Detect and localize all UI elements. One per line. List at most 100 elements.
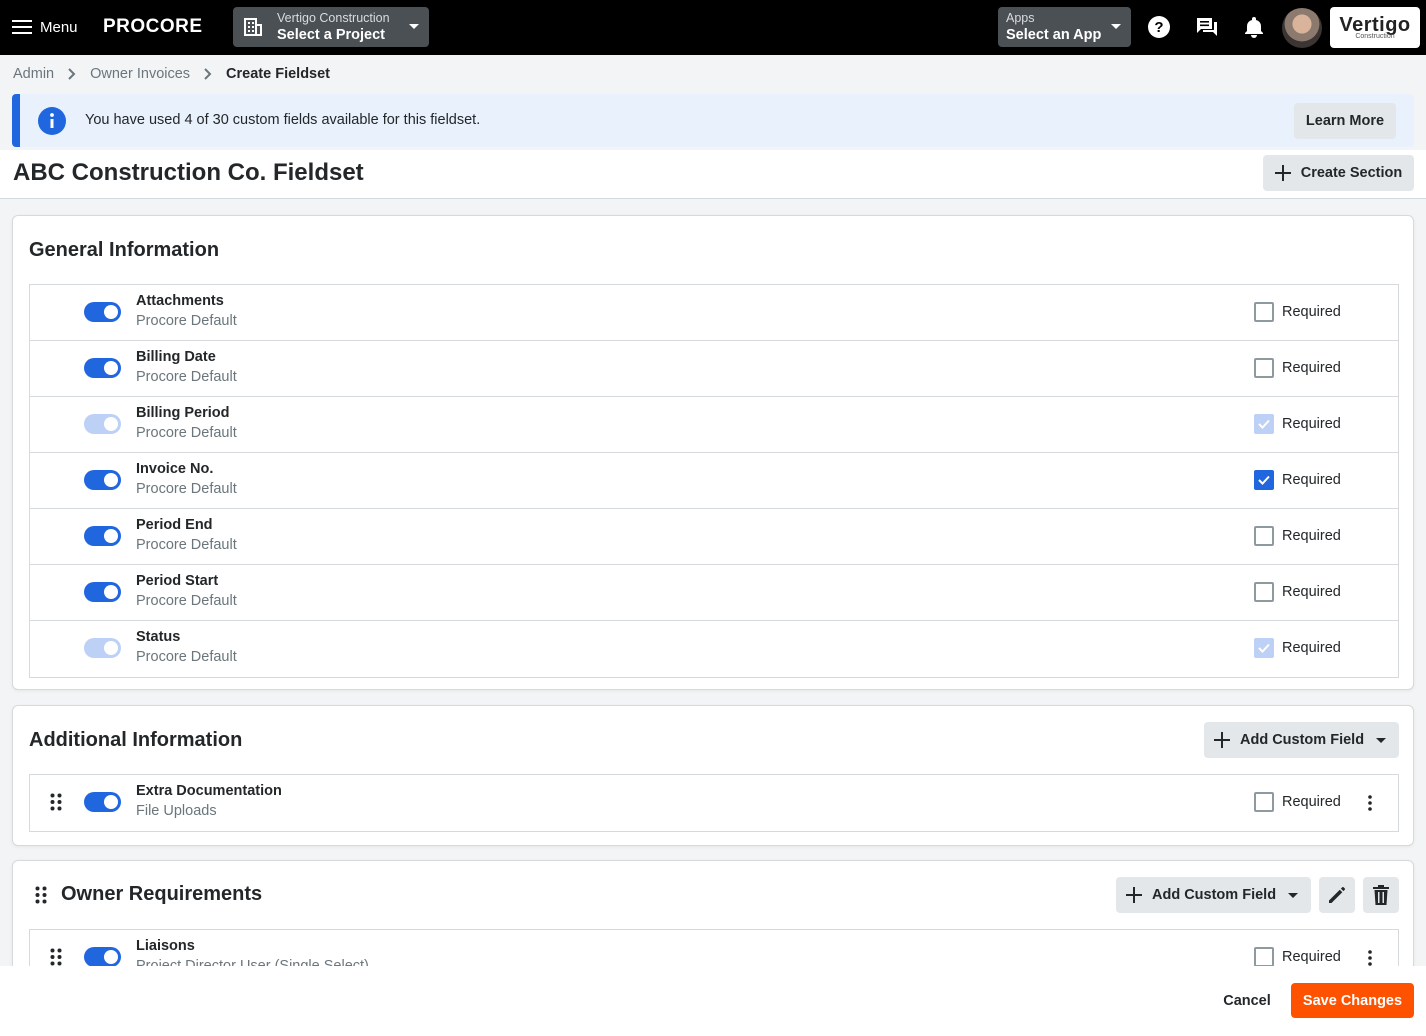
company-logo-sub: Construction xyxy=(1355,33,1395,40)
field-row: Status Procore Default Required xyxy=(30,621,1398,677)
help-icon[interactable]: ? xyxy=(1146,14,1172,40)
required-label: Required xyxy=(1282,949,1341,965)
delete-section-button[interactable] xyxy=(1363,877,1399,913)
field-name: Period Start xyxy=(136,573,219,589)
required-checkbox[interactable]: Required xyxy=(1254,947,1341,967)
project-selector[interactable]: Vertigo Construction Select a Project xyxy=(233,7,429,47)
section-additional-information: Additional Information Add Custom Field … xyxy=(12,705,1414,846)
drag-handle-icon[interactable] xyxy=(50,948,62,966)
drag-handle-icon[interactable] xyxy=(50,793,62,811)
checkbox xyxy=(1254,526,1274,546)
field-toggle[interactable] xyxy=(84,302,121,322)
add-custom-field-button[interactable]: Add Custom Field xyxy=(1116,877,1311,913)
cancel-button[interactable]: Cancel xyxy=(1212,984,1282,1018)
breadcrumb-admin[interactable]: Admin xyxy=(13,66,54,82)
field-toggle[interactable] xyxy=(84,470,121,490)
learn-more-button[interactable]: Learn More xyxy=(1294,103,1396,139)
field-list: Attachments Procore Default Required Bil… xyxy=(29,284,1399,678)
required-checkbox[interactable]: Required xyxy=(1254,582,1341,602)
field-row: Liaisons Project Director User (Single S… xyxy=(30,930,1398,969)
edit-section-button[interactable] xyxy=(1319,877,1355,913)
required-checkbox[interactable]: Required xyxy=(1254,792,1341,812)
required-label: Required xyxy=(1282,794,1341,810)
field-toggle[interactable] xyxy=(84,358,121,378)
field-toggle[interactable] xyxy=(84,947,121,967)
apps-select-label: Select an App xyxy=(1006,27,1102,43)
breadcrumb-owner-invoices[interactable]: Owner Invoices xyxy=(90,66,190,82)
field-type: Procore Default xyxy=(136,425,237,441)
field-name: Liaisons xyxy=(136,938,195,954)
section-title: Additional Information xyxy=(29,729,243,751)
procore-logo[interactable]: PROCORE xyxy=(103,16,203,38)
apps-selector[interactable]: Apps Select an App xyxy=(998,7,1131,47)
required-checkbox: Required xyxy=(1254,638,1341,658)
field-name: Extra Documentation xyxy=(136,783,282,799)
menu-button[interactable]: Menu xyxy=(12,14,78,40)
add-custom-field-button[interactable]: Add Custom Field xyxy=(1204,722,1399,758)
bell-icon[interactable] xyxy=(1241,14,1267,40)
avatar[interactable] xyxy=(1282,8,1322,48)
checkbox xyxy=(1254,792,1274,812)
field-type: Procore Default xyxy=(136,593,237,609)
required-checkbox[interactable]: Required xyxy=(1254,470,1341,490)
field-toggle[interactable] xyxy=(84,792,121,812)
required-checkbox[interactable]: Required xyxy=(1254,526,1341,546)
field-name: Billing Period xyxy=(136,405,230,421)
company-logo: Vertigo Construction xyxy=(1330,7,1420,48)
field-type: File Uploads xyxy=(136,803,217,819)
checkbox xyxy=(1254,582,1274,602)
field-type: Procore Default xyxy=(136,537,237,553)
field-name: Period End xyxy=(136,517,213,533)
field-row: Extra Documentation File Uploads Require… xyxy=(30,775,1398,831)
required-checkbox: Required xyxy=(1254,414,1341,434)
checkbox xyxy=(1254,638,1274,658)
chevron-right-icon xyxy=(68,68,76,80)
field-row: Attachments Procore Default Required xyxy=(30,285,1398,341)
plus-icon xyxy=(1214,732,1230,748)
field-list: Extra Documentation File Uploads Require… xyxy=(29,774,1399,832)
drag-handle-icon[interactable] xyxy=(35,886,47,904)
checkbox xyxy=(1254,358,1274,378)
checkbox xyxy=(1254,470,1274,490)
chevron-down-icon xyxy=(409,24,419,29)
required-label: Required xyxy=(1282,304,1341,320)
more-options-icon[interactable] xyxy=(1358,791,1382,815)
chevron-down-icon xyxy=(1376,737,1387,743)
chat-icon[interactable] xyxy=(1194,14,1220,40)
add-custom-field-label: Add Custom Field xyxy=(1152,887,1277,903)
menu-icon xyxy=(12,20,32,34)
field-toggle[interactable] xyxy=(84,526,121,546)
required-label: Required xyxy=(1282,472,1341,488)
chevron-down-icon xyxy=(1111,24,1121,29)
field-type: Procore Default xyxy=(136,649,237,665)
title-row: ABC Construction Co. Fieldset Create Sec… xyxy=(0,150,1426,199)
breadcrumb: Admin Owner Invoices Create Fieldset xyxy=(13,66,330,82)
save-changes-button[interactable]: Save Changes xyxy=(1291,983,1414,1018)
plus-icon xyxy=(1274,165,1291,181)
field-type: Procore Default xyxy=(136,369,237,385)
create-section-button[interactable]: Create Section xyxy=(1263,155,1414,191)
checkbox xyxy=(1254,302,1274,322)
field-name: Attachments xyxy=(136,293,224,309)
section-title: Owner Requirements xyxy=(61,883,263,905)
info-icon xyxy=(38,107,66,135)
field-type: Procore Default xyxy=(136,481,237,497)
banner-message: You have used 4 of 30 custom fields avai… xyxy=(85,112,481,128)
page-title: ABC Construction Co. Fieldset xyxy=(13,159,364,186)
building-icon xyxy=(244,18,262,36)
required-checkbox[interactable]: Required xyxy=(1254,302,1341,322)
field-name: Invoice No. xyxy=(136,461,214,477)
section-general-information: General Information Attachments Procore … xyxy=(12,215,1414,690)
field-toggle[interactable] xyxy=(84,582,121,602)
field-row: Period Start Procore Default Required xyxy=(30,565,1398,621)
create-section-label: Create Section xyxy=(1300,165,1403,181)
required-checkbox[interactable]: Required xyxy=(1254,358,1341,378)
field-row: Billing Date Procore Default Required xyxy=(30,341,1398,397)
field-row: Invoice No. Procore Default Required xyxy=(30,453,1398,509)
apps-label: Apps xyxy=(1006,11,1035,25)
info-banner: You have used 4 of 30 custom fields avai… xyxy=(12,94,1414,147)
required-label: Required xyxy=(1282,640,1341,656)
company-logo-main: Vertigo xyxy=(1339,14,1411,36)
field-toggle xyxy=(84,638,121,658)
project-select-label: Select a Project xyxy=(277,27,385,43)
